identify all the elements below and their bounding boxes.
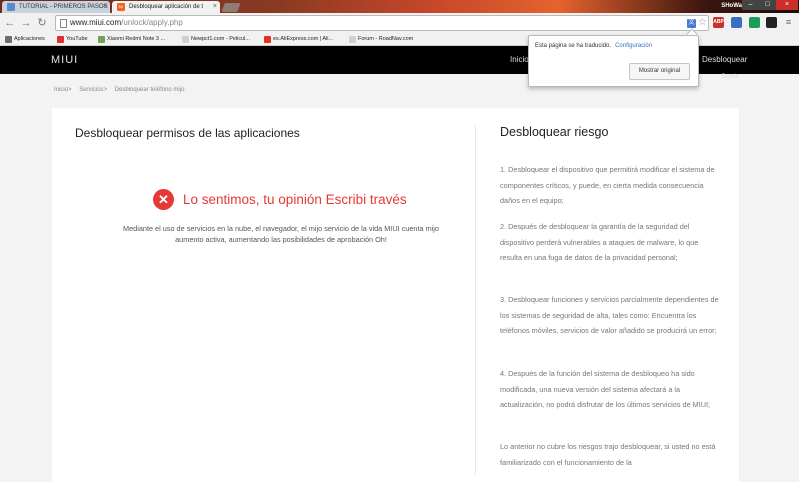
breadcrumb-home[interactable]: Inicio> [54,87,72,93]
tab-strip: TUTORIAL - PRIMEROS PASOS × MI Desbloque… [0,0,799,13]
nav-sub: Desde [721,74,739,80]
breadcrumb-services[interactable]: Servicios> [79,87,107,93]
window-close-icon[interactable]: × [776,0,798,10]
browser-toolbar: ← → ↻ www.miui.com/unlock/apply.php 文 ☆ … [0,13,799,33]
adblock-icon[interactable]: ABP [713,17,724,28]
settings-link[interactable]: Configuración [615,43,652,49]
new-tab-button[interactable] [221,3,241,12]
aliexpress-icon [264,36,271,43]
translate-bubble: Esta página se ha traducido. Configuració… [528,35,699,87]
breadcrumb-current: Desbloquear teléfono mijo [114,87,185,93]
tab-title: Desbloquear aplicación de t [129,4,204,10]
url-text[interactable]: www.miui.com/unlock/apply.php [70,16,183,30]
extension-icon[interactable] [731,17,742,28]
heart-icon [98,36,105,43]
bookmark-xiaomi[interactable]: Xiaomi Redmi Note 3 ... [98,33,165,46]
puzzle-favicon-icon [7,3,15,11]
bookmark-apps[interactable]: Aplicaciones [5,33,45,46]
tab-unlock[interactable]: MI Desbloquear aplicación de t × [112,1,220,13]
profile-name[interactable]: SHoWa [721,0,742,13]
address-bar[interactable]: www.miui.com/unlock/apply.php 文 ☆ [55,15,709,31]
breadcrumb: Inicio> Servicios> Desbloquear teléfono … [54,87,190,93]
risk-item: 3. Desbloquear funciones y servicios par… [500,295,719,336]
window-controls: – □ × [742,0,798,10]
menu-icon[interactable]: ≡ [783,17,794,28]
risk-item: 4. Después de la función del sistema de … [500,369,711,410]
maximize-icon[interactable]: □ [759,0,776,10]
extension-icon[interactable] [766,17,777,28]
risk-item: 2. Después de desbloquear la garantía de… [500,222,699,263]
bookmark-star-icon[interactable]: ☆ [698,16,707,30]
close-icon[interactable]: × [103,1,107,13]
close-icon[interactable]: × [213,1,217,13]
nav-home[interactable]: Inicio [510,46,529,74]
show-original-button[interactable]: Mostrar original [629,63,690,80]
tab-tutorial[interactable]: TUTORIAL - PRIMEROS PASOS × [2,1,110,13]
bookmark-roadnav[interactable]: Forum - RoadNav.com [349,33,413,46]
page-icon [182,36,189,43]
bookmark-newpct[interactable]: Newpct1.com - Pelicul... [182,33,250,46]
page-icon [349,36,356,43]
right-title: Desbloquear riesgo [500,125,609,139]
translate-message: Esta página se ha traducido. Configuració… [535,43,653,49]
mi-favicon-icon: MI [117,3,125,11]
minimize-icon[interactable]: – [742,0,759,10]
tab-title: TUTORIAL - PRIMEROS PASOS [19,4,108,10]
risk-item: 1. Desbloquear el dispositivo que permit… [500,165,715,206]
miui-logo[interactable]: MIUI [51,46,78,74]
error-title: Lo sentimos, tu opinión Escribi través [183,191,407,207]
reload-icon[interactable]: ↻ [35,16,49,30]
bookmark-aliexpress[interactable]: es.AliExpress.com | Ali... [264,33,333,46]
translate-icon[interactable]: 文 [687,19,696,28]
apps-icon [5,36,12,43]
youtube-icon [57,36,64,43]
bookmark-youtube[interactable]: YouTube [57,33,88,46]
page-icon [60,19,67,28]
back-icon[interactable]: ← [3,16,17,30]
nav-unlock[interactable]: Desbloquear [702,46,747,74]
column-divider [475,125,476,475]
error-description: Mediante el uso de servicios en la nube,… [123,224,439,244]
risk-item: Lo anterior no cubre los riesgos trajo d… [500,442,716,467]
error-x-icon: ✕ [153,188,174,210]
forward-icon[interactable]: → [19,16,33,30]
left-title: Desbloquear permisos de las aplicaciones [75,126,300,140]
error-message: ✕ Lo sentimos, tu opinión Escribi través [153,188,407,210]
extension-icon[interactable] [749,17,760,28]
